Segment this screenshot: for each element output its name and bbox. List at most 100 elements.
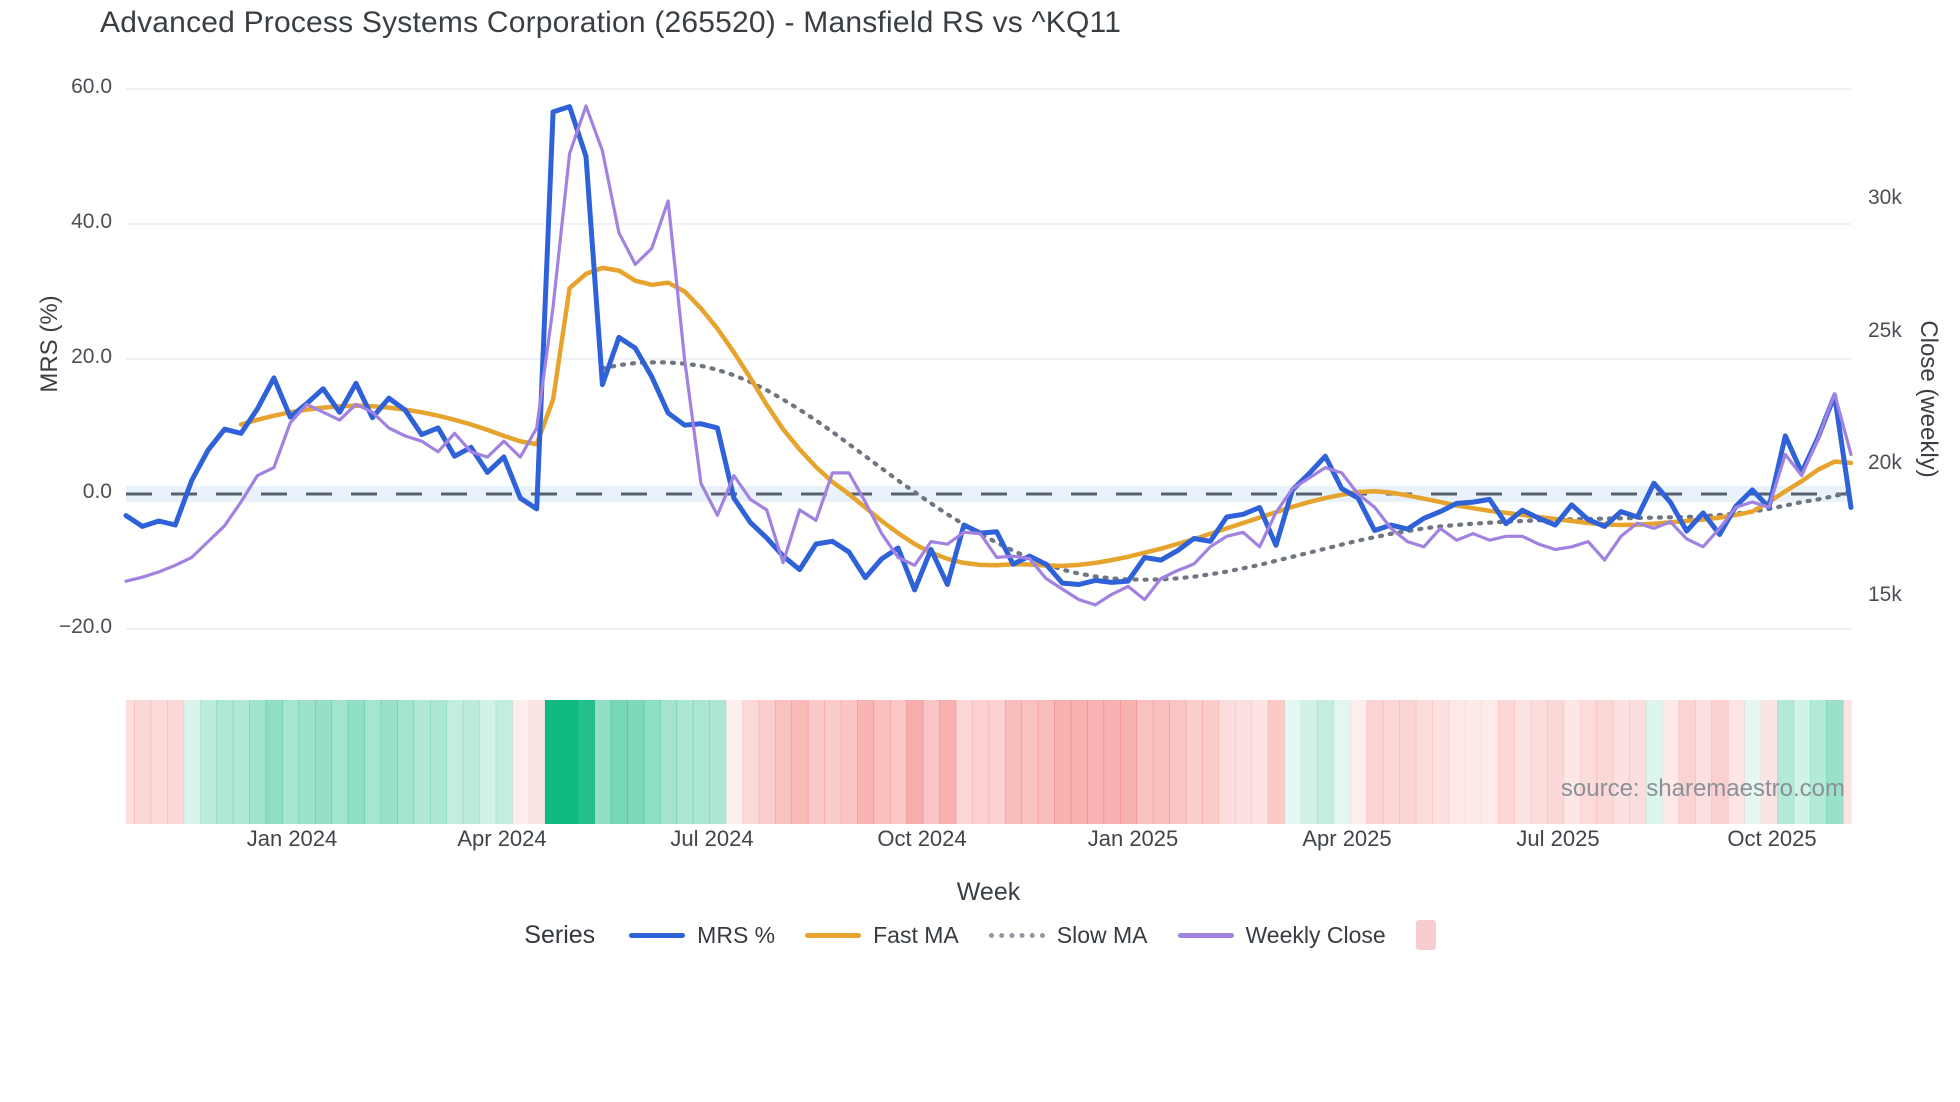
heatmap-cell [1399, 700, 1417, 824]
heatmap-cell [1267, 700, 1285, 824]
heatmap-cell [380, 700, 398, 824]
heatmap-cell [1629, 700, 1647, 824]
slow-ma-dotted-swatch-icon [988, 932, 1045, 938]
legend-item-slow-ma[interactable]: Slow MA [988, 921, 1148, 949]
heatmap-cell [594, 700, 612, 824]
heatmap-cell [709, 700, 727, 824]
heatmap-cell [1136, 700, 1154, 824]
heatmap-cell [791, 700, 809, 824]
heatmap-swatch-icon [1415, 920, 1436, 950]
x-tick-label: Jul 2024 [670, 826, 754, 851]
x-tick-label: Oct 2025 [1727, 826, 1817, 851]
heatmap-cell [889, 700, 908, 824]
heatmap-cell [1645, 700, 1663, 824]
heatmap-cell [512, 700, 530, 824]
left-tick-label: 20.0 [71, 345, 112, 368]
heatmap-cell [1300, 700, 1318, 824]
heatmap-cell [1760, 700, 1778, 824]
heatmap-cell [1678, 700, 1696, 824]
right-tick-label: 30k [1868, 186, 1902, 209]
heatmap-cell [544, 700, 563, 824]
heatmap-cell [1087, 700, 1105, 824]
heatmap-cell [1021, 700, 1039, 824]
left-tick-label: 40.0 [71, 210, 112, 233]
heatmap-cell [1596, 700, 1614, 824]
heatmap-cell [1464, 700, 1483, 824]
heatmap-cell [314, 700, 333, 824]
heatmap-cell [462, 700, 480, 824]
heatmap-cell [1234, 700, 1253, 824]
x-tick-label: Jan 2024 [246, 826, 338, 851]
heatmap-cell [183, 700, 201, 824]
slow-ma-line [600, 360, 1854, 582]
heatmap-cell [955, 700, 973, 824]
heatmap-cell [1054, 700, 1072, 824]
heatmap-cell [1284, 700, 1302, 824]
heatmap-cell [1382, 700, 1400, 824]
legend: Series MRS % Fast MA Slow MA Weekly Clos… [0, 920, 1960, 950]
heatmap-cell [627, 700, 645, 824]
right-tick-label: 15k [1868, 583, 1902, 606]
heatmap-cell [1218, 700, 1236, 824]
heatmap-cell [1547, 700, 1565, 824]
x-axis-title: Week [956, 878, 1021, 906]
heatmap-cell [643, 700, 661, 824]
heatmap-cell [1662, 700, 1680, 824]
heatmap-cell [939, 700, 957, 824]
weekly-close-line-swatch-icon [1177, 932, 1234, 938]
heatmap-cell [1317, 700, 1335, 824]
heatmap-cell [1842, 700, 1852, 824]
heatmap-cell [1809, 700, 1828, 824]
heatmap-cell [249, 700, 267, 824]
heatmap-cell [298, 700, 316, 824]
heatmap-cell [479, 700, 497, 824]
heatmap-cell [134, 700, 152, 824]
heatmap-cell [742, 700, 760, 824]
heatmap-cell [922, 700, 940, 824]
heatmap-cell [774, 700, 793, 824]
legend-title: Series [524, 920, 596, 949]
mrs-line-swatch-icon [629, 932, 686, 938]
legend-item-heatmap[interactable] [1415, 920, 1436, 950]
left-tick-label: −20.0 [58, 615, 112, 638]
heatmap-cell [1481, 700, 1499, 824]
heatmap-cell [232, 700, 250, 824]
heatmap-cell [347, 700, 365, 824]
heatmap-cell [1711, 700, 1729, 824]
legend-item-weekly-close[interactable]: Weekly Close [1177, 921, 1386, 949]
x-tick-label: Oct 2024 [877, 826, 967, 851]
heatmap-cell [1103, 700, 1121, 824]
left-tick-label: 0.0 [82, 480, 112, 503]
heatmap-cell [1694, 700, 1713, 824]
x-tick-label: Jul 2025 [1516, 826, 1600, 851]
heatmap-cell [676, 700, 694, 824]
heatmap-cell [857, 700, 875, 824]
heatmap-cell [331, 700, 349, 824]
x-tick-label: Apr 2024 [457, 826, 547, 851]
legend-item-mrs[interactable]: MRS % [629, 922, 775, 949]
legend-item-fast-ma[interactable]: Fast MA [805, 922, 959, 949]
x-tick-label: Jan 2025 [1087, 826, 1179, 851]
heatmap-cell [659, 700, 678, 824]
right-tick-label: 25k [1868, 319, 1902, 342]
heatmap-cell [1793, 700, 1811, 824]
heatmap-cell [1333, 700, 1351, 824]
heatmap-cell [216, 700, 234, 824]
legend-label-slow-ma: Slow MA [1056, 921, 1148, 948]
heatmap-cell [1349, 700, 1368, 824]
heatmap-cell [1119, 700, 1138, 824]
heatmap-cell [1579, 700, 1598, 824]
heatmap-cell [1826, 700, 1844, 824]
heatmap-cell [873, 700, 891, 824]
heatmap-cell [692, 700, 710, 824]
heatmap-cell [561, 700, 579, 824]
heatmap-cell [528, 700, 546, 824]
heatmap-cell [610, 700, 628, 824]
source-watermark: source: sharemaestro.com [1560, 775, 1845, 802]
heatmap-cell [364, 700, 382, 824]
page-title: Advanced Process Systems Corporation (26… [100, 6, 1122, 39]
heatmap-cell [1185, 700, 1203, 824]
legend-label-mrs: MRS % [697, 921, 776, 948]
heatmap-cell [1152, 700, 1170, 824]
legend-label-weekly-close: Weekly Close [1245, 921, 1386, 948]
